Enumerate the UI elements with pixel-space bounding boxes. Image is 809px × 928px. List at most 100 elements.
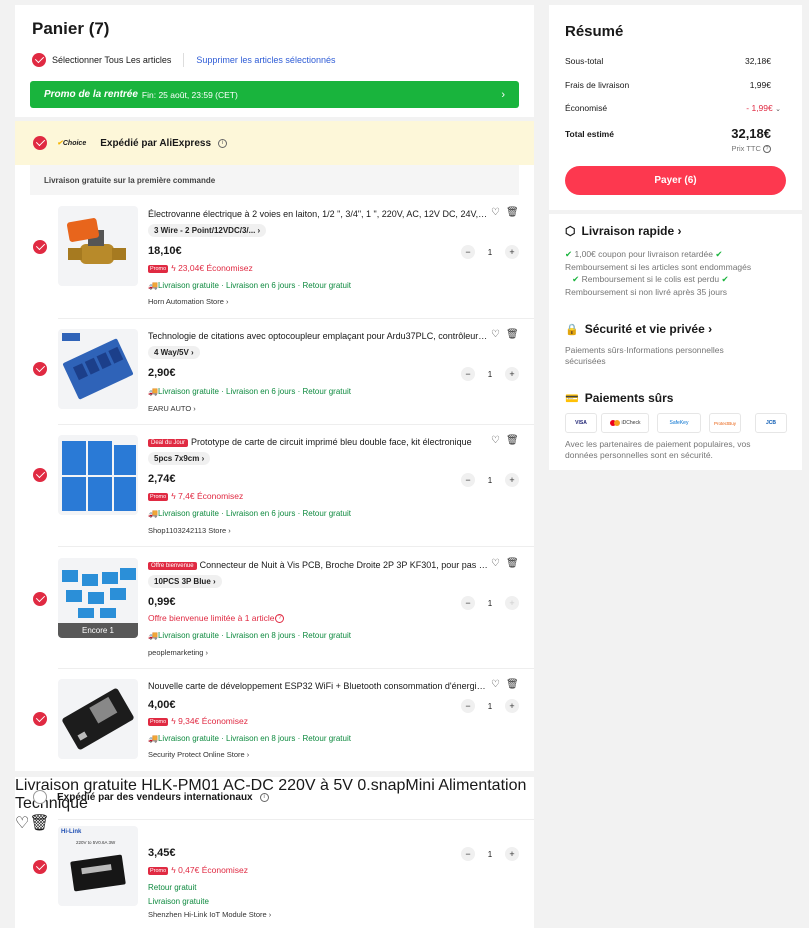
decrement-button[interactable]: − (461, 699, 475, 713)
limit-text: Offre bienvenue limitée à 1 article (148, 613, 275, 623)
shipping-info: 🚚Livraison gratuite · Livraison en 6 jou… (148, 387, 351, 396)
increment-button[interactable]: + (504, 245, 519, 259)
promo-badge: Promo (148, 866, 169, 875)
product-image-hlk[interactable]: Hi-Link 220V to 5V0.6A 3W (58, 826, 138, 906)
item-title[interactable]: Offre bienvenue Connecteur de Nuit à Vis … (148, 560, 488, 570)
saved-row[interactable]: Économisé - 1,99€ ⌄ (565, 103, 781, 113)
store-link[interactable]: Horn Automation Store › (148, 297, 228, 306)
store-link[interactable]: Security Protect Online Store › (148, 750, 249, 759)
decrement-button[interactable]: − (461, 367, 475, 381)
lightning-icon: ϟ (171, 491, 176, 501)
promo-banner[interactable]: Promo de la rentrée Fin: 25 août, 23:59 … (30, 81, 519, 108)
shipping-text: Livraison gratuite · Livraison en 8 jour… (157, 631, 351, 640)
choice-header: ✔ Choice Expédié par AliExpress i (15, 121, 534, 165)
trash-icon[interactable]: 🗑 (506, 679, 525, 690)
delete-selected-link[interactable]: Supprimer les articles sélectionnés (196, 55, 335, 65)
increment-button[interactable]: + (504, 847, 519, 861)
item-actions: ♡🗑 (491, 329, 525, 340)
item-title[interactable]: Nouvelle carte de développement ESP32 Wi… (148, 681, 488, 691)
trash-icon[interactable]: 🗑 (506, 207, 525, 218)
heart-icon[interactable]: ♡ (491, 435, 506, 446)
select-all-checkbox[interactable] (32, 53, 46, 67)
total-row: Total estimé 32,18€ (565, 126, 771, 141)
security-text: Paiements sûrs·Informations personnelles… (565, 345, 724, 366)
heart-icon[interactable]: ♡ (491, 558, 506, 569)
item-title[interactable]: Deal du Jour Prototype de carte de circui… (148, 437, 488, 447)
increment-button[interactable]: + (504, 367, 519, 381)
item-checkbox[interactable] (33, 468, 47, 482)
cart-header: Panier (7) Sélectionner Tous Les article… (15, 5, 534, 117)
item-title[interactable]: Électrovanne électrique à 2 voies en lai… (148, 209, 488, 219)
truck-icon: 🚚 (148, 281, 158, 290)
decrement-button[interactable]: − (461, 847, 475, 861)
heart-icon[interactable]: ♡ (491, 207, 506, 218)
shipping-text: Livraison gratuite · Livraison en 6 jour… (157, 387, 351, 396)
select-all-label[interactable]: Sélectionner Tous Les articles (52, 55, 171, 65)
item-title[interactable]: Technologie de citations avec optocouple… (148, 331, 488, 341)
group-checkbox[interactable] (33, 790, 47, 804)
encore-label: Encore 1 (58, 623, 138, 638)
variant-selector[interactable]: 3 Wire - 2 Point/12VDC/3/... › (148, 224, 267, 237)
heart-icon[interactable]: ♡ (491, 679, 506, 690)
store-link[interactable]: Shenzhen Hi-Link IoT Module Store › (148, 910, 271, 919)
decrement-button[interactable]: − (461, 245, 475, 259)
lightning-icon: ϟ (171, 865, 176, 875)
trust-card: ⬡ Livraison rapide › ✔ 1,00€ coupon pour … (549, 214, 802, 470)
product-image-terminal[interactable]: Encore 1 (58, 558, 138, 638)
promo-title: Promo de la rentrée (44, 89, 138, 100)
fast-delivery-line-1: ✔ 1,00€ coupon pour livraison retardée ✔ (565, 249, 723, 259)
product-image-relay[interactable] (58, 329, 138, 409)
item-checkbox[interactable] (33, 712, 47, 726)
store-link[interactable]: EARU AUTO › (148, 404, 196, 413)
item-price: 2,74€ (148, 473, 176, 485)
quantity-value: 1 (487, 247, 493, 257)
summary-title: Résumé (565, 23, 624, 40)
quantity-stepper: − 1 + (461, 367, 519, 381)
item-actions: ♡🗑 (491, 207, 525, 218)
heart-icon[interactable]: ♡ (15, 815, 29, 832)
product-image-valve[interactable] (58, 206, 138, 286)
product-image-esp32[interactable] (58, 679, 138, 759)
pay-button[interactable]: Payer (6) (565, 166, 786, 195)
increment-button[interactable]: + (504, 596, 519, 610)
group-checkbox[interactable] (33, 136, 47, 150)
item-checkbox[interactable] (33, 860, 47, 874)
store-link[interactable]: Shop1103242113 Store › (148, 526, 231, 535)
increment-button[interactable]: + (504, 699, 519, 713)
product-image-pcb[interactable] (58, 435, 138, 515)
item-actions: ♡🗑 (491, 435, 525, 446)
trash-icon[interactable]: 🗑 (506, 435, 525, 446)
item-actions: ♡🗑 (491, 558, 525, 569)
saved-value: - 1,99€ (746, 103, 773, 113)
item-checkbox[interactable] (33, 240, 47, 254)
item-checkbox[interactable] (33, 592, 47, 606)
saved-label: Économisé (565, 103, 608, 113)
decrement-button[interactable]: − (461, 596, 475, 610)
payment-icon: 💳 (565, 392, 579, 405)
trash-icon[interactable]: 🗑 (506, 558, 525, 569)
variant-selector[interactable]: 5pcs 7x9cm › (148, 452, 211, 465)
info-icon[interactable]: i (218, 138, 228, 148)
fast-delivery-title[interactable]: ⬡ Livraison rapide › (565, 224, 682, 238)
info-icon[interactable]: ? (763, 145, 771, 154)
decrement-button[interactable]: − (461, 473, 475, 487)
info-icon[interactable]: ? (275, 614, 285, 624)
promo-badge: Promo (148, 492, 169, 501)
quantity-stepper: − 1 + (461, 473, 519, 487)
cart-item-2: Technologie de citations avec optocouple… (15, 318, 534, 425)
increment-button[interactable]: + (504, 473, 519, 487)
heart-icon[interactable]: ♡ (491, 329, 506, 340)
page-title: Panier (7) (32, 19, 110, 38)
item-checkbox[interactable] (33, 362, 47, 376)
trash-icon[interactable]: 🗑 (506, 329, 525, 340)
store-link[interactable]: peoplemarketing › (148, 648, 208, 657)
security-title[interactable]: 🔒 Sécurité et vie privée › (565, 322, 712, 336)
trash-icon[interactable]: 🗑 (29, 815, 49, 832)
quantity-stepper: − 1 + (461, 847, 519, 861)
info-icon[interactable]: i (259, 792, 269, 802)
fast-delivery-line-3: ✔ Remboursement si le colis est perdu ✔ (572, 274, 729, 284)
variant-selector[interactable]: 10PCS 3P Blue › (148, 575, 222, 588)
divider (58, 819, 534, 820)
variant-selector[interactable]: 4 Way/5V › (148, 346, 200, 359)
lightning-icon: ϟ (171, 263, 176, 273)
